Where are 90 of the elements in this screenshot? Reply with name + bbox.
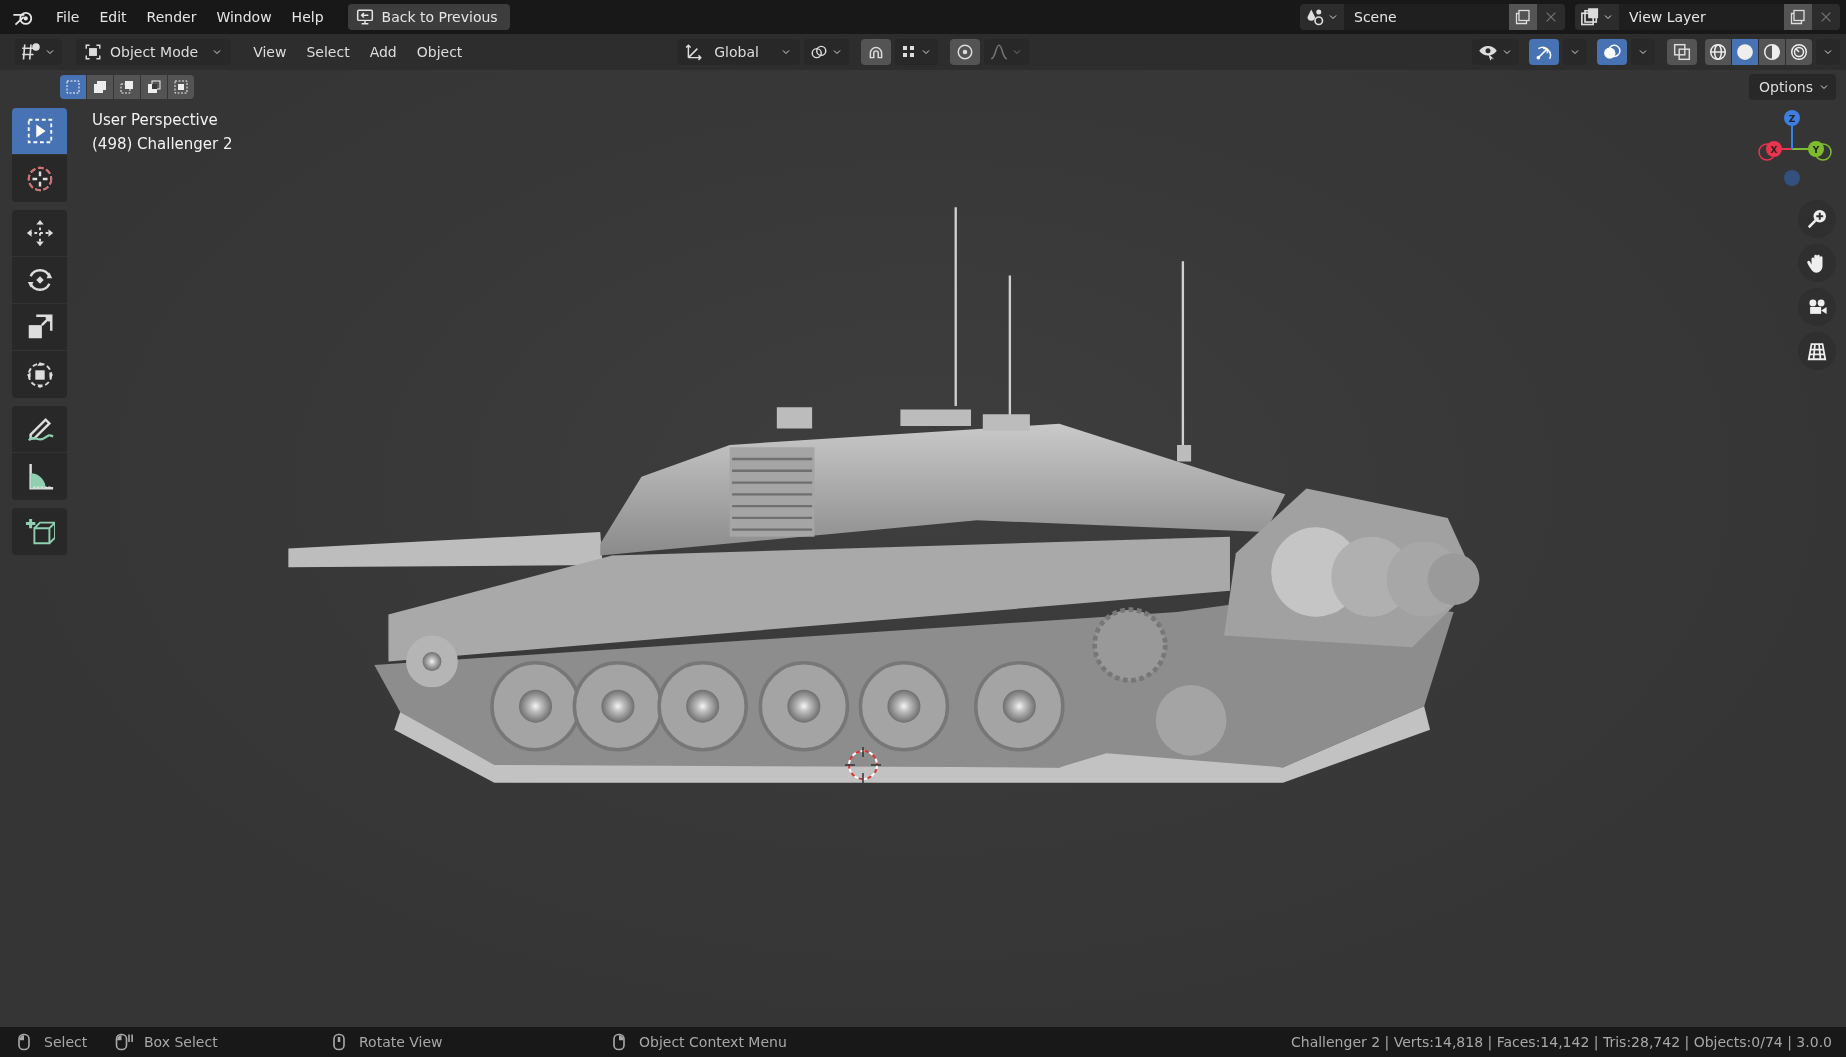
tool-button[interactable] <box>12 304 67 351</box>
xray-icon <box>1673 43 1691 61</box>
grid-icon <box>1806 340 1828 362</box>
options-dropdown[interactable]: Options <box>1748 74 1836 100</box>
view-layer-field[interactable]: View Layer <box>1619 4 1784 30</box>
monitor-arrow-icon <box>355 8 374 26</box>
status-hint: Select <box>44 1034 88 1050</box>
dashed-square-icon <box>65 79 81 95</box>
snap-toggle[interactable] <box>860 39 891 65</box>
close-icon <box>1819 10 1833 24</box>
image-stack-icon <box>1580 7 1600 27</box>
tool-button[interactable] <box>12 108 67 155</box>
close-button[interactable] <box>1812 4 1840 30</box>
menu-item[interactable]: Help <box>281 5 334 29</box>
menu-item[interactable]: Edit <box>89 5 137 29</box>
add-cube-icon <box>24 516 55 547</box>
overlay-toggle[interactable] <box>1597 39 1627 65</box>
grid-dots-icon <box>900 44 917 60</box>
zoom-icon <box>1806 208 1828 230</box>
solid-sphere-icon <box>1736 43 1754 61</box>
falloff-curve-icon <box>989 43 1008 61</box>
visibility-dropdown[interactable] <box>1472 39 1519 65</box>
tool-button[interactable] <box>12 257 67 304</box>
shading-button[interactable] <box>1759 39 1785 65</box>
menu-item[interactable]: Render <box>136 5 207 29</box>
tool-button[interactable] <box>12 453 67 500</box>
navigation-button[interactable] <box>1798 332 1836 370</box>
3d-cursor-icon <box>844 746 882 784</box>
orientation-dropdown[interactable]: Global <box>677 39 800 65</box>
view-layer-dropdown[interactable] <box>1575 4 1619 30</box>
menu-item[interactable]: Object <box>406 40 473 64</box>
editor-type-icon <box>21 42 41 62</box>
scene-icon <box>1305 7 1325 27</box>
navigation-button[interactable] <box>1798 288 1836 326</box>
close-icon <box>1544 10 1558 24</box>
scene-dropdown[interactable] <box>1300 4 1344 30</box>
axis-handle[interactable]: X <box>1766 141 1782 157</box>
scene-statistics: Challenger 2 | Verts:14,818 | Faces:14,142 | Tris:28,742 | Objects:0/74 | 3.0.0 <box>1291 1034 1832 1050</box>
copy-icon <box>1515 9 1531 25</box>
status-hint: Box Select <box>144 1034 218 1050</box>
axis-handle[interactable]: Y <box>1808 141 1824 157</box>
menu-item[interactable]: Select <box>296 40 360 64</box>
xray-toggle[interactable] <box>1667 39 1697 65</box>
tool-button[interactable] <box>12 210 67 257</box>
shading-button[interactable] <box>1732 39 1758 65</box>
snap-target-dropdown[interactable] <box>894 39 938 65</box>
viewport-info-text: User Perspective <box>92 111 219 129</box>
axes-icon <box>685 43 704 61</box>
proportional-toggle[interactable] <box>949 39 980 65</box>
tool-button[interactable] <box>12 406 67 453</box>
pivot-dropdown[interactable] <box>803 39 849 65</box>
select-mode-button[interactable] <box>87 75 113 99</box>
back-button[interactable]: Back to Previous <box>347 4 510 30</box>
overlapping-squares-icon <box>92 79 108 95</box>
rendered-sphere-icon <box>1790 43 1808 61</box>
menu-item[interactable]: Window <box>206 5 282 29</box>
navigation-button[interactable] <box>1798 244 1836 282</box>
status-hint: Rotate View <box>359 1034 443 1050</box>
gizmo-toggle[interactable] <box>1529 39 1559 65</box>
editor-type-dropdown[interactable] <box>15 39 62 65</box>
mouse-drag-icon <box>114 1032 134 1052</box>
menu-item[interactable]: View <box>243 40 297 64</box>
select-mode-button[interactable] <box>141 75 167 99</box>
shading-button[interactable] <box>1705 39 1731 65</box>
close-button[interactable] <box>1537 4 1565 30</box>
invert-squares-icon <box>146 79 162 95</box>
shading-button[interactable] <box>1786 39 1812 65</box>
copy-icon <box>1790 9 1806 25</box>
subtract-squares-icon <box>119 79 135 95</box>
overlay-icon <box>1603 43 1621 61</box>
duplicate-button[interactable] <box>1784 4 1812 30</box>
proportional-icon <box>955 43 974 61</box>
half-shaded-sphere-icon <box>1763 43 1781 61</box>
menu-item[interactable]: Add <box>359 40 407 64</box>
intersect-squares-icon <box>173 79 189 95</box>
tool-button[interactable] <box>12 351 67 398</box>
select-mode-button[interactable] <box>114 75 140 99</box>
duplicate-button[interactable] <box>1509 4 1537 30</box>
select-mode-button[interactable] <box>168 75 194 99</box>
axis-handle[interactable]: Z <box>1784 110 1800 126</box>
pivot-icon <box>809 43 828 61</box>
wireframe-sphere-icon <box>1709 43 1727 61</box>
status-hint: Object Context Menu <box>639 1034 787 1050</box>
menu-item[interactable]: File <box>46 5 90 29</box>
tool-button[interactable] <box>12 508 67 555</box>
viewport-info-text: (498) Challenger 2 <box>92 135 233 153</box>
navigation-button[interactable] <box>1798 200 1836 238</box>
scene-name-field[interactable]: Scene <box>1344 4 1509 30</box>
mode-dropdown[interactable]: Object Mode <box>76 39 232 65</box>
object-mode-icon <box>84 43 102 61</box>
